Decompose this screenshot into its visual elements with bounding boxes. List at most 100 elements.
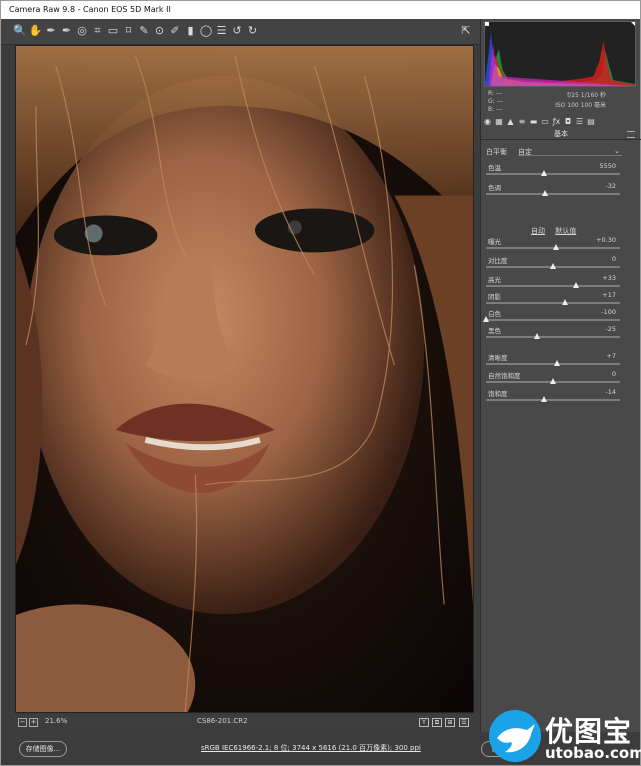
slider-thumb[interactable] [572, 282, 579, 288]
slider-label: 白色 [488, 310, 501, 318]
spot-removal-icon[interactable]: ✎ [137, 24, 151, 38]
red-eye-icon[interactable]: ⊙ [153, 24, 167, 38]
file-name: CS86-201.CR2 [197, 717, 248, 725]
red-readout: R: --- [488, 90, 503, 97]
lens-tab-icon[interactable]: ▭ [541, 117, 550, 126]
slider-label: 饱和度 [488, 390, 508, 398]
slider-thumb[interactable] [550, 378, 556, 384]
slider-thumb[interactable] [483, 316, 489, 322]
slider-row: 自然饱和度 0 [486, 370, 626, 387]
slider-value[interactable]: 5550 [599, 162, 616, 170]
tone-curve-tab-icon[interactable]: ▦ [495, 117, 504, 126]
export-icon[interactable]: ⇱ [459, 24, 473, 38]
adjustment-brush-icon[interactable]: ✐ [168, 24, 182, 38]
slider-label: 曝光 [488, 238, 501, 246]
slider-track[interactable] [486, 336, 620, 338]
default-link[interactable]: 默认值 [555, 227, 576, 235]
basic-tab-icon[interactable]: ◉ [483, 117, 492, 126]
slider-row: 对比度 0 [486, 255, 626, 272]
slider-thumb[interactable] [550, 263, 556, 269]
slider-row: 清晰度 +7 [486, 352, 626, 369]
watermark-url: utobao.com [545, 744, 641, 762]
slider-value[interactable]: +17 [602, 291, 616, 299]
hsl-tab-icon[interactable]: ≡ [518, 117, 527, 126]
slider-row: 色温 5550 [486, 162, 626, 179]
slider-track[interactable] [486, 193, 620, 195]
slider-track[interactable] [486, 173, 620, 175]
auto-link[interactable]: 自动 [531, 227, 545, 235]
slider-value[interactable]: -100 [601, 308, 616, 316]
white-balance-value: 自定 [518, 148, 532, 156]
slider-thumb[interactable] [533, 333, 540, 339]
slider-value[interactable]: 0 [612, 255, 616, 263]
rotate-right-icon[interactable]: ↻ [246, 24, 260, 38]
straighten-icon[interactable]: ▭ [106, 24, 120, 38]
slider-thumb[interactable] [552, 244, 559, 250]
slider-label: 色调 [488, 184, 501, 192]
zoom-out-button[interactable]: − [18, 718, 27, 727]
panel-tabs: ◉ ▦ ▲ ≡ ▬ ▭ ƒx ◘ ☰ ▤ [481, 117, 641, 129]
before-after-button[interactable]: ⧉ [432, 718, 442, 727]
slider-label: 黑色 [488, 327, 501, 335]
slider-track[interactable] [486, 363, 620, 365]
camera-calibration-tab-icon[interactable]: ◘ [564, 117, 573, 126]
slider-row: 曝光 +0.30 [486, 236, 626, 253]
white-balance-row: 白平衡 自定 ⌄ [486, 147, 636, 157]
presets-tab-icon[interactable]: ☰ [575, 117, 584, 126]
effects-tab-icon[interactable]: ƒx [552, 117, 561, 126]
preferences-icon[interactable]: ☰ [215, 24, 229, 38]
snapshots-tab-icon[interactable]: ▤ [587, 117, 596, 126]
slider-label: 高光 [488, 276, 501, 284]
slider-value[interactable]: -25 [605, 325, 616, 333]
graduated-filter-icon[interactable]: ▮ [184, 24, 198, 38]
slider-thumb[interactable] [540, 396, 547, 402]
chevron-down-icon: ⌄ [614, 147, 620, 155]
compare-button[interactable]: ⊞ [445, 718, 455, 727]
white-balance-select[interactable]: 自定 ⌄ [518, 147, 622, 156]
zoom-in-button[interactable]: + [29, 718, 38, 727]
slider-value[interactable]: +33 [602, 274, 616, 282]
view-toggle-button[interactable]: Y [419, 718, 429, 727]
slider-row: 高光 +33 [486, 274, 626, 291]
slider-track[interactable] [486, 302, 620, 304]
color-sampler-icon[interactable]: ✒ [60, 24, 74, 38]
slider-value[interactable]: -14 [605, 388, 616, 396]
slider-label: 色温 [488, 164, 501, 172]
slider-thumb[interactable] [562, 299, 569, 305]
rotate-left-icon[interactable]: ↺ [230, 24, 244, 38]
transform-icon[interactable]: ⌑ [122, 24, 136, 38]
slider-thumb[interactable] [541, 190, 548, 196]
slider-thumb[interactable] [540, 170, 547, 176]
white-balance-label: 白平衡 [486, 148, 507, 156]
portrait-photo [16, 46, 473, 712]
camera-raw-window: Camera Raw 9.8 - Canon EOS 5D Mark II 🔍 ✋… [0, 0, 641, 766]
info-readout: R: --- G: --- B: --- f/25 1/160 秒 ISO 10… [484, 87, 636, 114]
basic-section-header: 基本 [481, 130, 641, 140]
slider-value[interactable]: +7 [606, 352, 616, 360]
white-balance-icon[interactable]: ✒ [44, 24, 58, 38]
slider-value[interactable]: -32 [605, 182, 616, 190]
hand-icon[interactable]: ✋ [29, 24, 43, 38]
split-toning-tab-icon[interactable]: ▬ [529, 117, 538, 126]
workflow-options-link[interactable]: sRGB IEC61966-2.1; 8 位; 3744 x 5616 (21.… [201, 743, 421, 753]
slider-track[interactable] [486, 399, 620, 401]
bird-logo-icon [489, 710, 541, 762]
save-image-button[interactable]: 存储图像... [19, 741, 67, 757]
zoom-level[interactable]: 21.6% [45, 717, 67, 725]
slider-thumb[interactable] [554, 360, 561, 366]
crop-icon[interactable]: ⌗ [91, 24, 105, 38]
slider-label: 对比度 [488, 257, 508, 265]
zoom-icon[interactable]: 🔍 [13, 24, 27, 38]
slider-track[interactable] [486, 319, 620, 321]
slider-value[interactable]: 0 [612, 370, 616, 378]
exposure-readout: f/25 1/160 秒 [567, 92, 606, 99]
slider-label: 阴影 [488, 293, 501, 301]
slider-value[interactable]: +0.30 [596, 236, 616, 244]
slider-track[interactable] [486, 285, 620, 287]
image-preview[interactable] [15, 45, 474, 713]
settings-icon[interactable]: ☰ [459, 718, 469, 727]
panel-menu-icon[interactable] [627, 131, 635, 138]
radial-filter-icon[interactable]: ◯ [199, 24, 213, 38]
target-adjust-icon[interactable]: ◎ [75, 24, 89, 38]
detail-tab-icon[interactable]: ▲ [506, 117, 515, 126]
